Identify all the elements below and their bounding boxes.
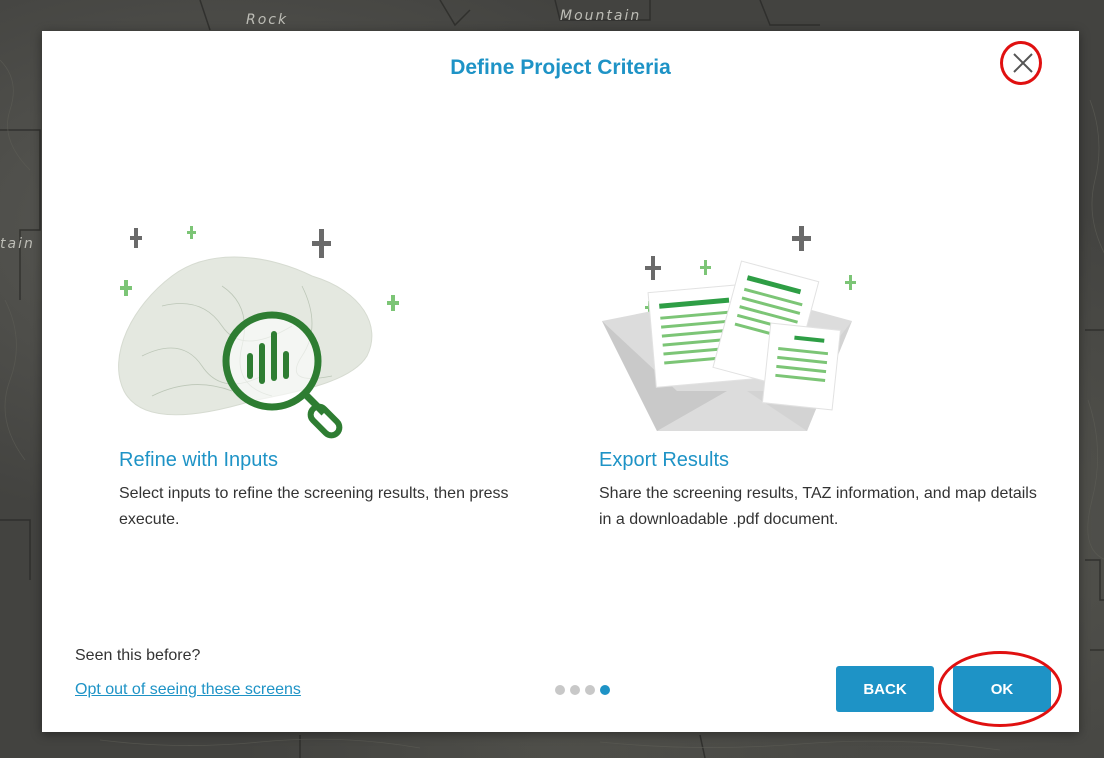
- ok-highlight-annotation: [938, 651, 1062, 727]
- pagination-dot-active[interactable]: [600, 685, 610, 695]
- page-edge: [1104, 0, 1112, 758]
- map-label-tain: tain: [0, 236, 35, 252]
- map-label-mountain: Mountain: [560, 8, 642, 24]
- seen-before-text: Seen this before?: [75, 647, 201, 664]
- close-highlight-annotation: [1000, 41, 1042, 85]
- card-export-title: Export Results: [599, 449, 730, 471]
- opt-out-link[interactable]: Opt out of seeing these screens: [75, 681, 301, 699]
- card-refine-description: Select inputs to refine the screening re…: [119, 485, 509, 528]
- documents-export-icon: [602, 226, 856, 431]
- magnifier-map-icon: [118, 226, 399, 439]
- card-refine-title: Refine with Inputs: [119, 449, 278, 471]
- pagination-dots: [555, 685, 610, 695]
- modal-title: Define Project Criteria: [450, 56, 671, 79]
- map-label-rock: Rock: [246, 12, 289, 28]
- pagination-dot[interactable]: [585, 685, 595, 695]
- pagination-dot[interactable]: [570, 685, 580, 695]
- card-export-description: Share the screening results, TAZ informa…: [599, 485, 1037, 528]
- pagination-dot[interactable]: [555, 685, 565, 695]
- back-button[interactable]: BACK: [836, 666, 934, 712]
- criteria-modal: Define Project Criteria Refine with Inpu…: [42, 31, 1079, 732]
